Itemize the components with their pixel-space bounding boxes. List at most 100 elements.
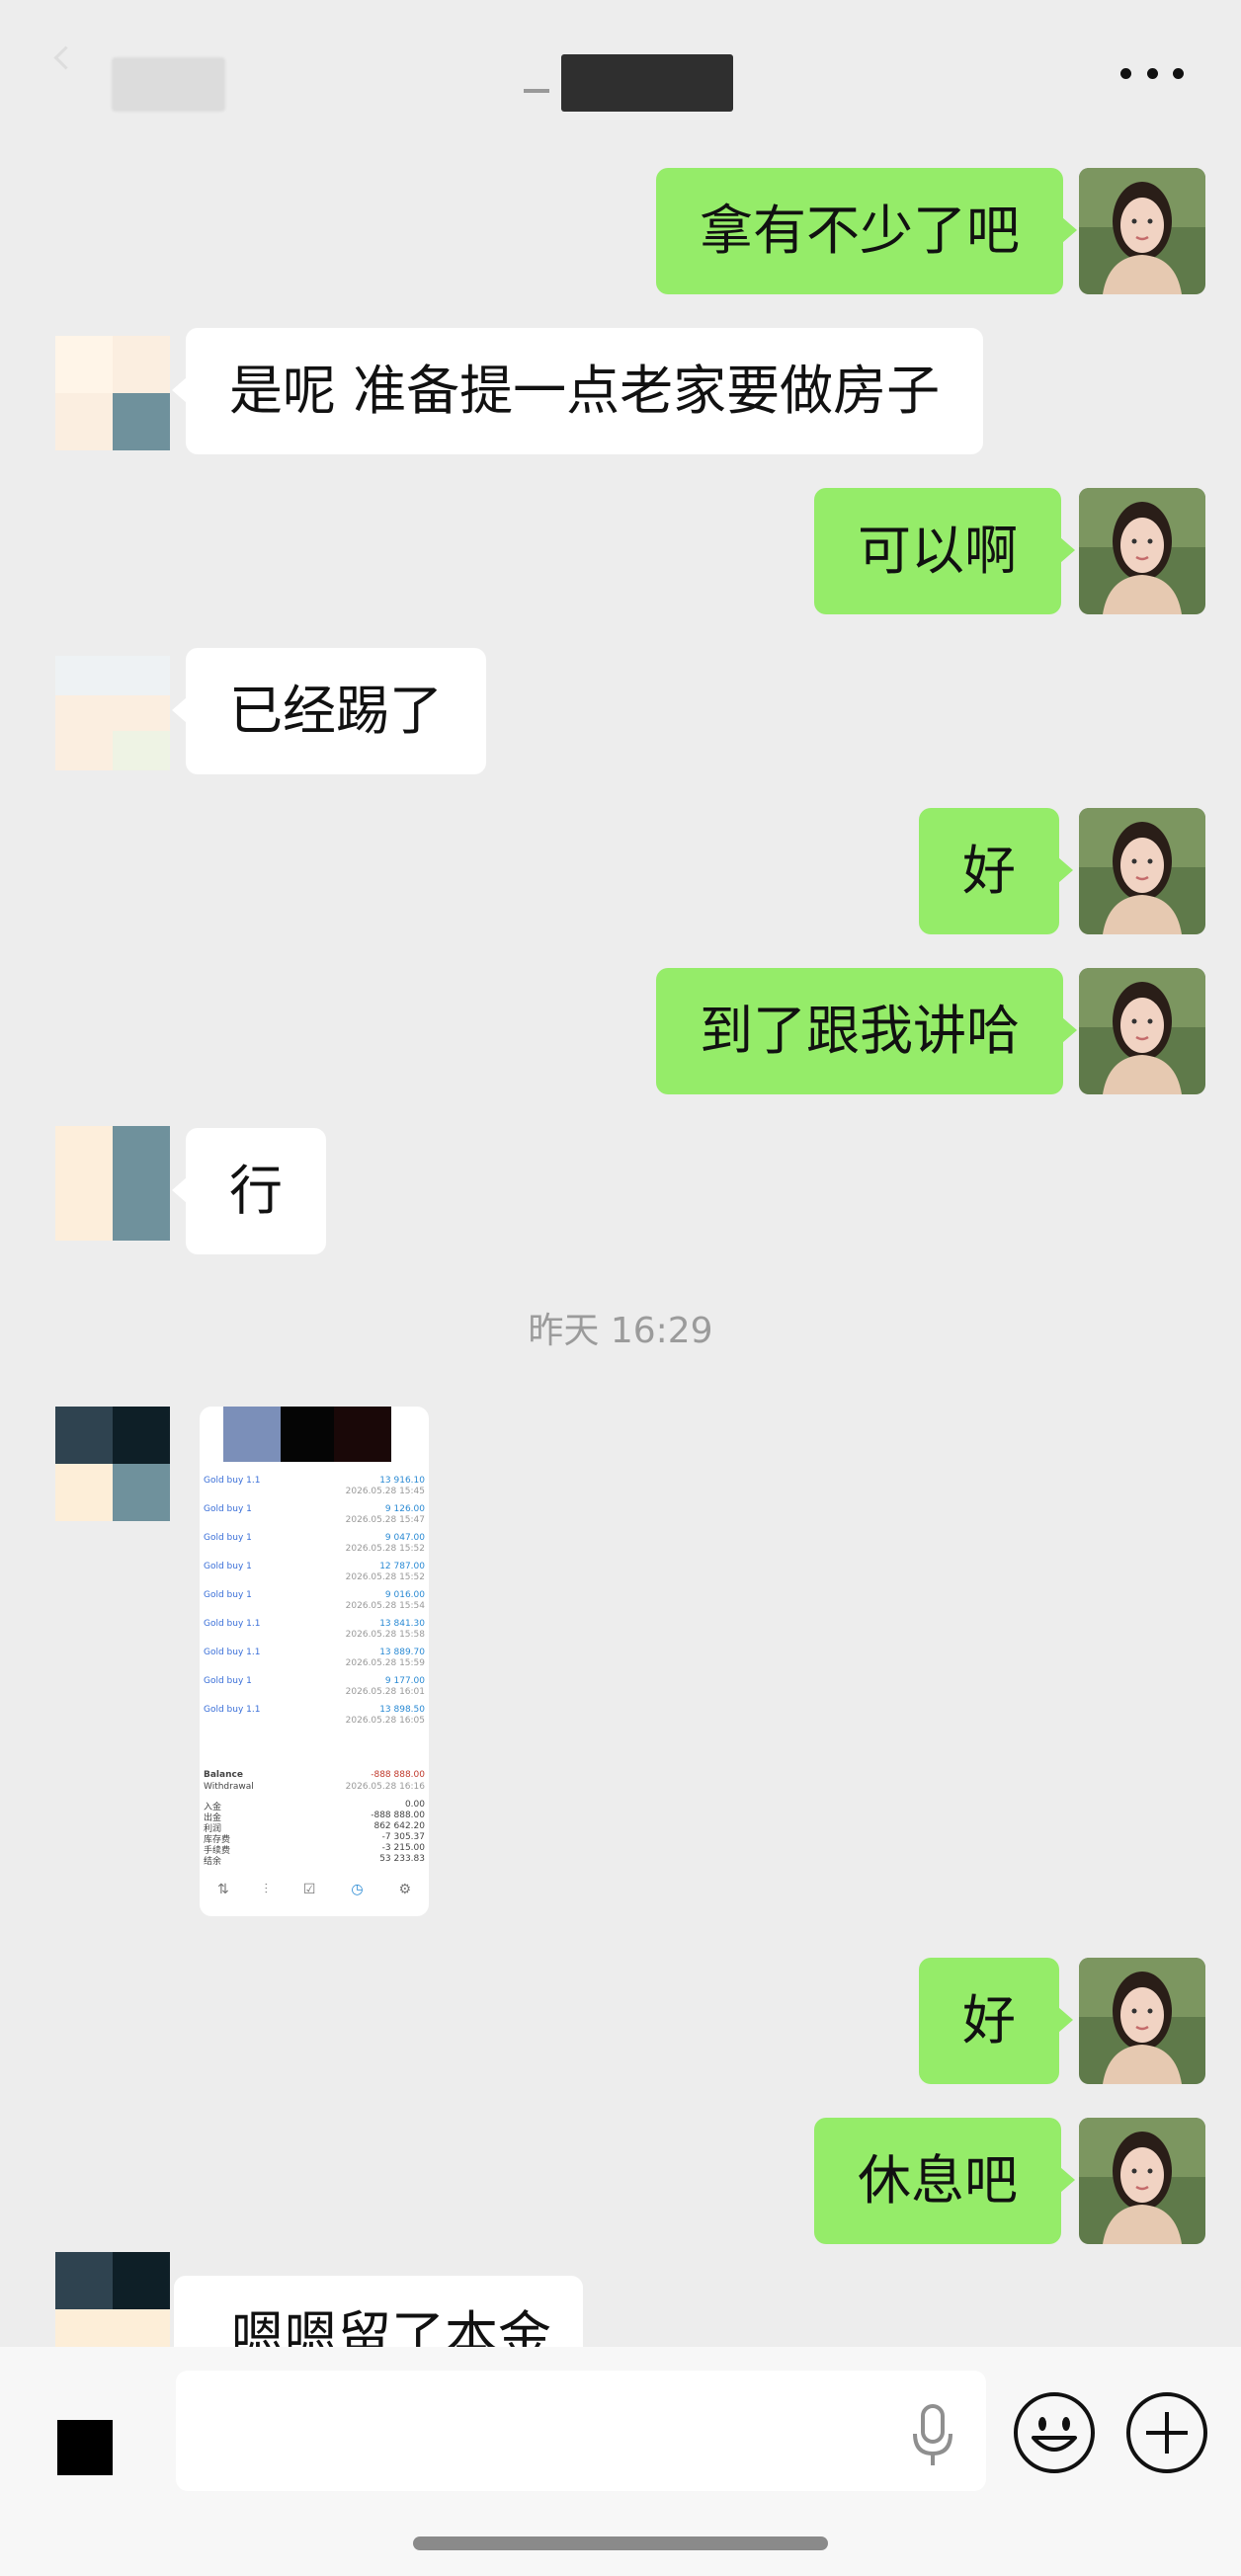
portrait-avatar-icon (1079, 488, 1205, 614)
trade-date: 2026.05.28 15:59 (345, 1658, 425, 1668)
image-header-redacted (223, 1407, 429, 1462)
my-avatar[interactable] (1079, 968, 1205, 1094)
summary-row: 结余 53 233.83 (204, 1854, 425, 1867)
trade-date: 2026.05.28 15:47 (345, 1515, 425, 1525)
image-bottom-nav: ⇅ ⫶ ☑ ◷ ⚙ (200, 1873, 429, 1906)
history-icon: ◷ (351, 1882, 364, 1897)
message-bubble-sent[interactable]: 拿有不少了吧 (656, 168, 1077, 294)
contact-avatar[interactable] (55, 1126, 170, 1241)
balance-value: -888 888.00 (371, 1770, 425, 1780)
message-text: 是呢 准备提一点老家要做房子 (229, 360, 941, 422)
portrait-avatar-icon (1079, 168, 1205, 294)
chat-header (0, 0, 1241, 148)
message-bubble-sent[interactable]: 到了跟我讲哈 (656, 968, 1077, 1094)
trade-row: Gold buy 19 047.00 2026.05.28 15:52 (204, 1533, 425, 1554)
summary-value: -7 305.37 (381, 1832, 425, 1842)
message-text: 行 (229, 1160, 283, 1222)
trade-row: Gold buy 19 177.00 2026.05.28 16:01 (204, 1676, 425, 1697)
back-arrow-icon[interactable] (53, 45, 78, 70)
my-avatar[interactable] (1079, 808, 1205, 934)
microphone-icon[interactable] (909, 2404, 956, 2467)
trade-date: 2026.05.28 15:58 (345, 1630, 425, 1640)
my-avatar[interactable] (1079, 168, 1205, 294)
contact-avatar[interactable] (55, 656, 170, 770)
message-text: 可以啊 (858, 520, 1018, 582)
message-bubble-sent[interactable]: 休息吧 (814, 2118, 1075, 2244)
message-text: 拿有不少了吧 (700, 200, 1020, 262)
contact-avatar-icon (55, 336, 170, 450)
message-input[interactable] (176, 2371, 986, 2491)
trade-date: 2026.05.28 16:01 (345, 1687, 425, 1697)
title-fragment (524, 89, 549, 93)
message-bubble-sent[interactable]: 可以啊 (814, 488, 1075, 614)
quotes-icon: ⇅ (216, 1882, 229, 1897)
summary-value: -3 215.00 (381, 1843, 425, 1853)
trade-amount: 13 916.10 (379, 1476, 425, 1486)
summary-label: 结余 (204, 1857, 222, 1867)
message-text: 嗯嗯留了本金 (231, 2305, 551, 2347)
trade-row: Gold buy 19 126.00 2026.05.28 15:47 (204, 1504, 425, 1525)
message-bubble-received[interactable]: 已经踢了 (172, 648, 486, 774)
back-count-redacted (112, 57, 225, 112)
my-avatar[interactable] (1079, 2118, 1205, 2244)
message-text: 休息吧 (858, 2149, 1018, 2212)
trade-date: 2026.05.28 15:52 (345, 1544, 425, 1554)
summary-value: 0.00 (404, 1800, 425, 1810)
message-text: 已经踢了 (229, 680, 443, 742)
trade-amount: 13 889.70 (379, 1648, 425, 1657)
chat-title-redacted (561, 54, 733, 112)
withdrawal-date: 2026.05.28 16:16 (345, 1782, 425, 1792)
chat-timestamp: 昨天 16:29 (528, 1311, 713, 1351)
trade-icon: ☑ (302, 1882, 316, 1897)
message-bubble-received[interactable]: 行 (172, 1128, 326, 1254)
message-bubble-sent[interactable]: 好 (919, 1958, 1073, 2084)
trade-date: 2026.05.28 15:45 (345, 1487, 425, 1496)
my-avatar[interactable] (1079, 1958, 1205, 2084)
message-text: 好 (962, 840, 1016, 902)
message-bubble-sent[interactable]: 好 (919, 808, 1073, 934)
chart-icon: ⫶ (264, 1882, 269, 1897)
contact-avatar[interactable] (55, 1407, 170, 1521)
balance-row: Balance -888 888.00 (204, 1770, 425, 1780)
trade-date: 2026.05.28 15:52 (345, 1572, 425, 1582)
trade-row: Gold buy 1.1 13 889.70 2026.05.28 15:59 (204, 1648, 425, 1668)
trade-row: Gold buy 1 12 787.00 2026.05.28 15:52 (204, 1562, 425, 1582)
message-text: 好 (962, 1989, 1016, 2052)
balance-label: Balance (204, 1770, 243, 1780)
trade-row: Gold buy 1.1 13 898.50 2026.05.28 16:05 (204, 1705, 425, 1726)
more-dots-icon[interactable] (1120, 61, 1184, 85)
withdrawal-label: Withdrawal (204, 1782, 254, 1792)
message-bubble-received[interactable]: 是呢 准备提一点老家要做房子 (171, 328, 984, 454)
trade-date: 2026.05.28 16:05 (345, 1716, 425, 1726)
trade-amount: 12 787.00 (379, 1562, 425, 1571)
my-avatar[interactable] (1079, 488, 1205, 614)
plus-icon[interactable] (1124, 2390, 1209, 2475)
summary-value: -888 888.00 (371, 1811, 425, 1820)
contact-avatar-icon (55, 1126, 170, 1241)
settings-icon: ⚙ (398, 1882, 412, 1897)
trade-row: Gold buy 1.1 13 841.30 2026.05.28 15:58 (204, 1619, 425, 1640)
summary-value: 53 233.83 (379, 1854, 425, 1864)
trade-amount: 13 898.50 (379, 1705, 425, 1715)
message-bubble-received-partial[interactable]: 嗯嗯留了本金 (174, 2276, 583, 2347)
portrait-avatar-icon (1079, 1958, 1205, 2084)
image-message-trade-history[interactable]: Gold buy 1.1 13 916.10 2026.05.28 15:45 Gol… (200, 1407, 429, 1916)
contact-avatar[interactable] (55, 336, 170, 450)
summary-value: 862 642.20 (373, 1821, 425, 1831)
voice-toggle-icon[interactable] (57, 2420, 113, 2475)
trade-amount: 9 126.00 (384, 1504, 425, 1514)
emoji-icon[interactable] (1012, 2390, 1097, 2475)
trade-row: Gold buy 19 016.00 2026.05.28 15:54 (204, 1590, 425, 1611)
trade-amount: 9 047.00 (384, 1533, 425, 1543)
trade-row: Gold buy 1.1 13 916.10 2026.05.28 15:45 (204, 1476, 425, 1496)
message-text: 到了跟我讲哈 (700, 1000, 1020, 1062)
withdrawal-row: Withdrawal 2026.05.28 16:16 (204, 1782, 425, 1792)
trade-amount: 13 841.30 (379, 1619, 425, 1629)
contact-avatar-icon (55, 656, 170, 770)
trade-amount: 9 177.00 (384, 1676, 425, 1686)
contact-avatar-icon (55, 1407, 170, 1521)
portrait-avatar-icon (1079, 968, 1205, 1094)
portrait-avatar-icon (1079, 2118, 1205, 2244)
portrait-avatar-icon (1079, 808, 1205, 934)
home-indicator (413, 2536, 828, 2550)
